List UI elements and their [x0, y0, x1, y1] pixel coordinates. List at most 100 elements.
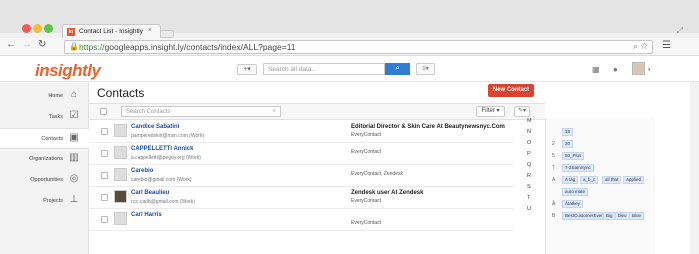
letter-link[interactable]: S — [527, 184, 531, 190]
tag-badge[interactable]: 19 — [562, 128, 574, 136]
select-all-checkbox[interactable] — [100, 108, 107, 115]
tag-badge[interactable]: BestCustomerEver — [562, 212, 606, 220]
sidebar-item-tasks[interactable]: Tasks ☑ — [0, 107, 89, 128]
new-contact-button[interactable]: New Contact — [488, 84, 534, 97]
tag-badge[interactable]: 7-3SamSync — [562, 164, 594, 172]
tag-badge[interactable]: Big — [603, 212, 616, 220]
tag-badge[interactable]: 20 — [562, 140, 574, 148]
chevron-down-icon[interactable]: ▾ — [648, 67, 651, 73]
contact-name-link[interactable]: Carebio — [131, 168, 153, 174]
user-avatar[interactable] — [632, 62, 645, 75]
letter-link[interactable]: N — [527, 129, 531, 135]
minimize-window-button[interactable] — [33, 24, 42, 33]
calendar-icon[interactable]: ▦ — [592, 65, 600, 74]
contact-email[interactable]: ccc.carlb@gmail.com (Work) — [131, 199, 195, 205]
global-search-input[interactable]: Search all data... — [263, 63, 385, 75]
view-menu-button[interactable]: ≡▾ — [416, 63, 435, 75]
sidebar-item-contacts[interactable]: Contacts ▣ — [0, 128, 89, 149]
contact-title: Editorial Director & Skin Care At Beauty… — [351, 124, 505, 130]
contact-organization: EveryContact — [351, 132, 382, 138]
contact-search-input[interactable]: Search Contacts ⌕ — [121, 106, 281, 117]
contact-email[interactable]: pamperedskin@msn.com (Work) — [131, 133, 204, 139]
table-row[interactable]: Carl Harris EveryContact — [89, 209, 514, 231]
fullscreen-icon[interactable]: ⤢ — [677, 26, 683, 36]
table-row[interactable]: CAPPELLETTI Annick a.cappelletti@pegoy.o… — [89, 143, 514, 165]
tag-badge[interactable]: 50_Plus — [562, 152, 585, 160]
forward-icon[interactable]: → — [22, 39, 32, 50]
browser-tab[interactable]: in Contact List - Insightly × — [62, 24, 161, 38]
sidebar-item-label: Organizations — [29, 156, 63, 162]
letter-link[interactable]: Q — [527, 162, 531, 168]
table-row[interactable]: Carl Beaulieu ccc.carlb@gmail.com (Work)… — [89, 187, 514, 209]
row-checkbox[interactable] — [101, 150, 108, 157]
letter-link[interactable]: P — [527, 151, 531, 157]
search-icon: ⌕ — [272, 108, 276, 114]
tag-badge[interactable]: auto mate — [562, 188, 589, 196]
letter-link[interactable]: M — [527, 118, 532, 124]
url-path: googleapps.insight.ly/contacts/index/ALL… — [104, 42, 296, 52]
tag-group-letter: A — [552, 177, 556, 183]
table-row[interactable]: Carebio carebio@gmail.com (Work) EveryCo… — [89, 165, 514, 187]
contact-name-link[interactable]: Carl Beaulieu — [131, 190, 169, 196]
avatar — [114, 168, 127, 181]
contact-name-link[interactable]: CAPPELLETTI Annick — [131, 146, 193, 152]
tag-badge[interactable]: bleu — [615, 212, 630, 220]
sidebar-item-label: Home — [48, 93, 63, 99]
sidebar-item-opportunities[interactable]: Opportunities ◎ — [0, 170, 89, 191]
back-icon[interactable]: ← — [6, 39, 16, 50]
address-bar[interactable]: 🔒 https://googleapps.insight.ly/contacts… — [64, 40, 653, 54]
tab-title: Contact List - Insightly — [79, 28, 143, 35]
new-tab-button[interactable] — [160, 30, 174, 38]
avatar — [114, 124, 127, 137]
reload-icon[interactable]: ↻ — [38, 39, 46, 50]
alphabet-index: M N O P Q R S T U — [520, 118, 538, 254]
row-checkbox[interactable] — [101, 216, 108, 223]
filter-button[interactable]: Filter ▾ — [476, 106, 505, 117]
sidebar-item-label: Opportunities — [30, 177, 63, 183]
contact-email[interactable]: carebio@gmail.com (Work) — [131, 177, 192, 183]
letter-link[interactable]: O — [527, 140, 531, 146]
chrome-menu-icon[interactable]: ☰ — [662, 40, 671, 51]
add-menu-button[interactable]: +▾ — [237, 64, 257, 75]
sidebar-item-home[interactable]: Home ⌂ — [0, 86, 89, 107]
url-scheme: https:// — [79, 42, 105, 52]
wrench-menu-button[interactable]: ✎▾ — [514, 106, 530, 117]
search-icon: ⌕ — [395, 65, 400, 72]
contact-email[interactable]: a.cappelletti@pegoy.org (Work) — [131, 155, 201, 161]
tag-badge[interactable]: a_b_c — [580, 176, 599, 184]
sidebar-item-label: Contacts — [41, 136, 63, 142]
letter-link[interactable]: U — [527, 206, 531, 212]
sidebar-item-projects[interactable]: Projects ⊥ — [0, 191, 89, 212]
contact-search-placeholder: Search Contacts — [126, 109, 171, 115]
checkbox-icon: ☑ — [69, 110, 79, 121]
avatar — [114, 146, 127, 159]
house-icon: ⌂ — [70, 89, 78, 100]
bell-icon[interactable]: ● — [613, 65, 618, 74]
contact-name-link[interactable]: Carl Harris — [131, 212, 162, 218]
close-window-button[interactable] — [22, 24, 31, 33]
tag-group-letter: 2 — [552, 141, 555, 147]
zoom-star-icons[interactable]: ⌕ ☆ — [633, 41, 648, 52]
tag-group-letter: 7 — [552, 165, 555, 171]
maximize-window-button[interactable] — [44, 24, 53, 33]
table-row[interactable]: Candice Sabatini pamperedskin@msn.com (W… — [89, 121, 514, 143]
tag-group-letter: Â — [552, 201, 556, 207]
row-checkbox[interactable] — [101, 194, 108, 201]
contact-name-link[interactable]: Candice Sabatini — [131, 124, 179, 130]
contact-title: Zendesk user At Zendesk — [351, 190, 424, 196]
search-button[interactable]: ⌕ — [385, 63, 410, 75]
page-title: Contacts — [97, 86, 145, 100]
insightly-logo[interactable]: insightly — [35, 61, 101, 81]
tab-close-icon[interactable]: × — [148, 27, 152, 34]
tag-badge[interactable]: all that — [602, 176, 622, 184]
scrollbar[interactable] — [690, 82, 699, 254]
tag-badge[interactable]: A tag — [562, 176, 579, 184]
row-checkbox[interactable] — [101, 128, 108, 135]
tag-badge[interactable]: Âtatkey — [562, 200, 584, 208]
tag-badge[interactable]: Blue — [629, 212, 645, 220]
letter-link[interactable]: T — [527, 195, 530, 201]
sidebar-item-organizations[interactable]: Organizations ▥ — [0, 149, 89, 170]
letter-link[interactable]: R — [527, 173, 531, 179]
tag-badge[interactable]: Applied — [623, 176, 645, 184]
row-checkbox[interactable] — [101, 172, 108, 179]
